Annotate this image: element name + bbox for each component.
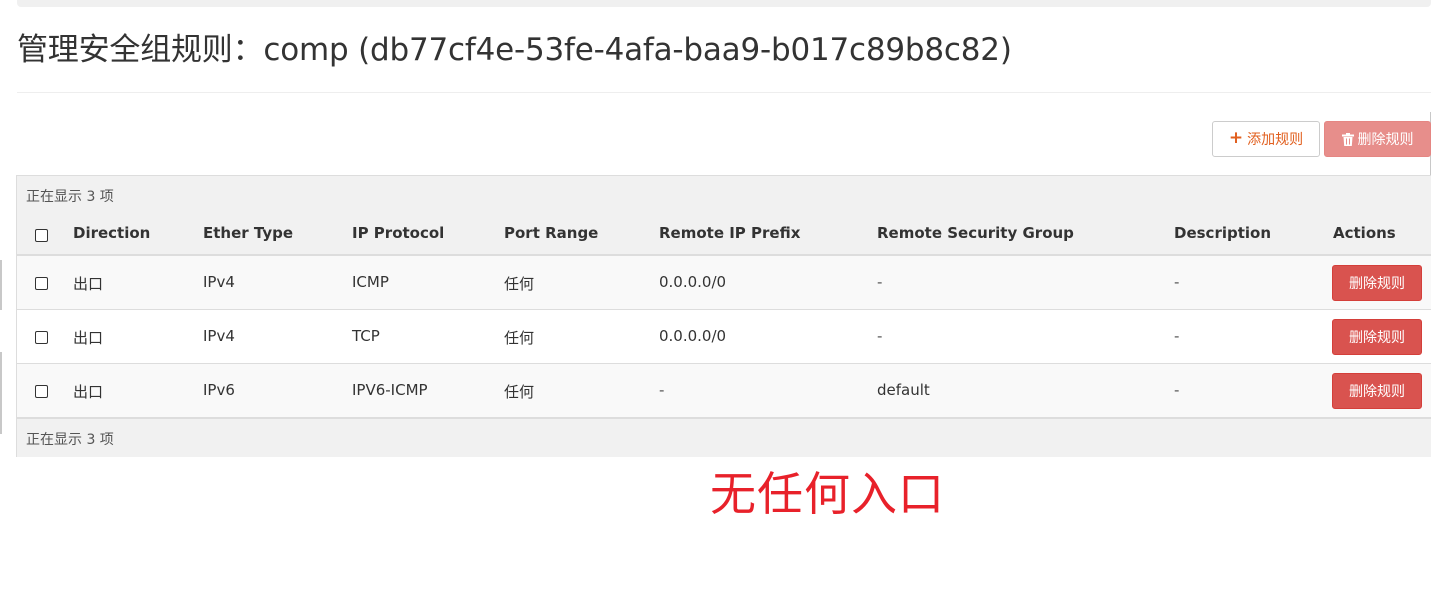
cell-direction: 出口 (73, 383, 104, 401)
title-divider (17, 92, 1431, 93)
page-title: 管理安全组规则：comp (db77cf4e-53fe-4afa-baa9-b0… (17, 32, 1012, 68)
delete-rules-label: 删除规则 (1357, 132, 1414, 148)
item-count-bottom: 正在显示 3 项 (26, 432, 114, 448)
table-row: 出口 IPv4 ICMP 任何 0.0.0.0/0 - - 删除规则 (17, 256, 1431, 310)
row-checkbox[interactable] (35, 331, 48, 344)
column-header-remote-ip-prefix[interactable]: Remote IP Prefix (659, 224, 800, 242)
cell-ip-protocol: TCP (352, 327, 380, 345)
cell-remote-security-group: - (877, 327, 883, 345)
rules-table: 正在显示 3 项 Direction Ether Type IP Protoco… (16, 175, 1431, 457)
table-footer: 正在显示 3 项 (17, 418, 1431, 457)
column-header-description[interactable]: Description (1174, 224, 1271, 242)
cell-remote-ip-prefix: - (659, 381, 665, 399)
cell-description: - (1174, 273, 1180, 291)
top-panel-strip (17, 0, 1431, 7)
row-checkbox[interactable] (35, 385, 48, 398)
cell-remote-security-group: default (877, 381, 930, 399)
item-count-top: 正在显示 3 项 (26, 189, 114, 205)
delete-rule-button[interactable]: 删除规则 (1332, 373, 1422, 409)
select-all-checkbox[interactable] (35, 229, 48, 242)
cell-ether-type: IPv6 (203, 381, 235, 399)
column-header-port-range[interactable]: Port Range (504, 224, 598, 242)
cell-ip-protocol: IPV6-ICMP (352, 381, 428, 399)
annotation-text: 无任何入口 (710, 467, 945, 521)
column-header-actions: Actions (1333, 224, 1396, 242)
column-header-ether-type[interactable]: Ether Type (203, 224, 293, 242)
row-checkbox[interactable] (35, 277, 48, 290)
add-rule-button[interactable]: + 添加规则 (1212, 121, 1320, 157)
column-header-remote-security-group[interactable]: Remote Security Group (877, 224, 1074, 242)
table-header: 正在显示 3 项 Direction Ether Type IP Protoco… (17, 176, 1431, 256)
delete-rule-button[interactable]: 删除规则 (1332, 265, 1422, 301)
cell-port-range: 任何 (504, 383, 535, 401)
cell-port-range: 任何 (504, 329, 535, 347)
column-header-direction[interactable]: Direction (73, 224, 150, 242)
cell-ether-type: IPv4 (203, 327, 235, 345)
cell-direction: 出口 (73, 275, 104, 293)
column-header-ip-protocol[interactable]: IP Protocol (352, 224, 444, 242)
cell-ip-protocol: ICMP (352, 273, 389, 291)
delete-rules-button[interactable]: 删除规则 (1324, 121, 1431, 157)
delete-rule-button[interactable]: 删除规则 (1332, 319, 1422, 355)
cell-description: - (1174, 381, 1180, 399)
cell-remote-ip-prefix: 0.0.0.0/0 (659, 273, 727, 291)
add-rule-label: 添加规则 (1247, 132, 1304, 148)
cell-port-range: 任何 (504, 275, 535, 293)
table-row: 出口 IPv6 IPV6-ICMP 任何 - default - 删除规则 (17, 364, 1431, 418)
cell-remote-security-group: - (877, 273, 883, 291)
cell-remote-ip-prefix: 0.0.0.0/0 (659, 327, 727, 345)
trash-icon (1341, 132, 1354, 146)
cell-ether-type: IPv4 (203, 273, 235, 291)
left-edge-marker (0, 352, 2, 434)
table-row: 出口 IPv4 TCP 任何 0.0.0.0/0 - - 删除规则 (17, 310, 1431, 364)
cell-description: - (1174, 327, 1180, 345)
left-edge-marker (0, 260, 2, 310)
cell-direction: 出口 (73, 329, 104, 347)
plus-icon: + (1228, 128, 1244, 148)
